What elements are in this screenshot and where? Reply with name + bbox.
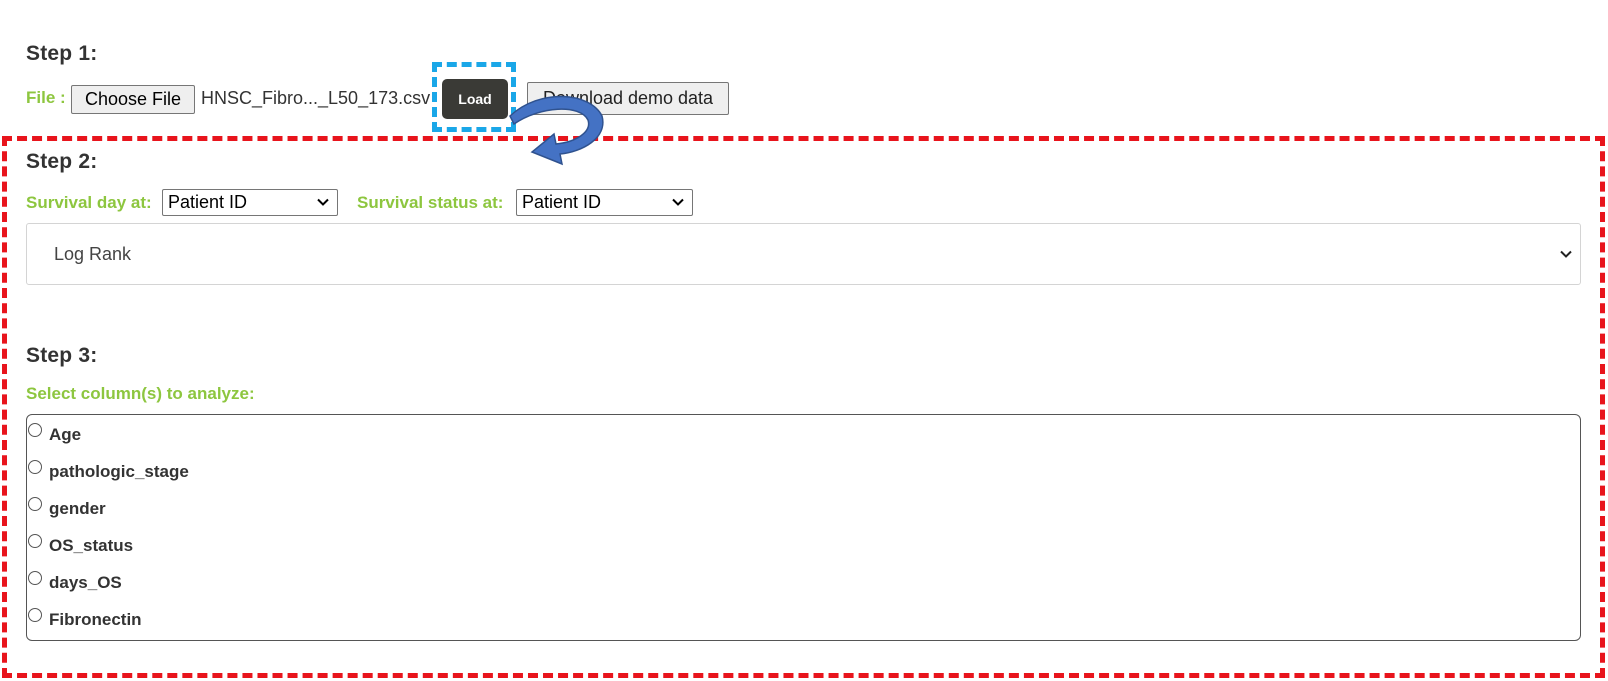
radio-button[interactable] [28,423,42,437]
test-method-value: Log Rank [54,244,132,264]
column-option-label: days_OS [49,573,122,592]
step1-heading: Step 1: [26,42,98,65]
radio-button[interactable] [28,497,42,511]
survival-day-label: Survival day at: [26,193,152,212]
file-label: File : [26,88,66,107]
radio-button[interactable] [28,460,42,474]
chevron-down-icon [317,198,329,206]
radio-button[interactable] [28,534,42,548]
select-columns-label: Select column(s) to analyze: [26,384,255,403]
step2-heading: Step 2: [26,150,98,173]
survival-day-select[interactable]: Patient ID [162,189,338,216]
column-option-label: gender [49,499,106,518]
survival-day-value: Patient ID [168,192,248,212]
selected-file-name: HNSC_Fibro..._L50_173.csv [201,88,431,108]
chevron-down-icon [672,198,684,206]
column-option-label: Fibronectin [49,610,142,629]
chevron-down-icon [1560,250,1572,258]
curved-arrow-icon [509,95,604,166]
column-option-label: OS_status [49,536,134,555]
column-selection-list: Age pathologic_stage gender OS_status da… [26,414,1581,641]
column-option-label: pathologic_stage [49,462,189,481]
survival-status-label: Survival status at: [357,193,504,212]
test-method-select[interactable]: Log Rank [26,223,1581,285]
choose-file-button[interactable]: Choose File [71,85,195,114]
column-option-label: Age [49,425,82,444]
radio-button[interactable] [28,571,42,585]
step3-heading: Step 3: [26,344,98,367]
radio-button[interactable] [28,608,42,622]
